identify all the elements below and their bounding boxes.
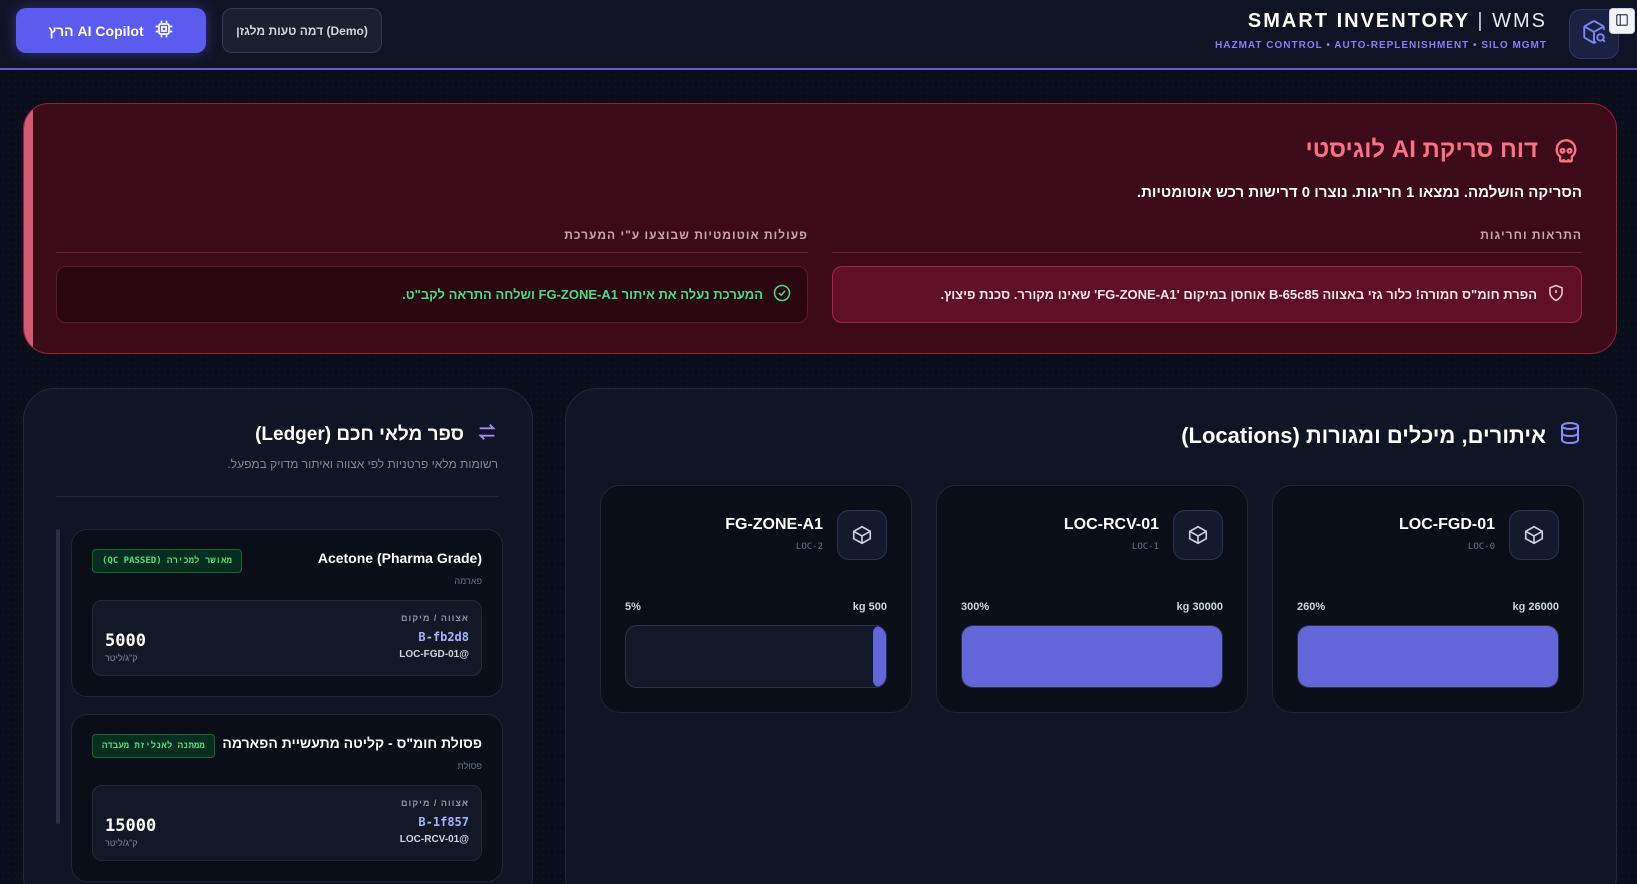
report-summary: הסריקה הושלמה. נמצאו 1 חריגות. נוצרו 0 ד… [1136, 184, 1582, 201]
locations-title-text: איתורים, מיכלים ומגורות (Locations) [1181, 423, 1546, 448]
cube-icon [1509, 510, 1559, 560]
ledger-subtitle: רשומות מלאי פרטניות לפי אצווה ואיתור מדו… [227, 457, 498, 471]
brand-separator: | [1477, 10, 1485, 32]
capacity-bar-fill [873, 626, 886, 687]
item-name: פסולת חומ"ס - קליטה מתעשיית הפארמה [222, 735, 482, 751]
cpu-icon [154, 19, 174, 42]
run-ai-copilot-button[interactable]: הרץ AI Copilot [16, 8, 206, 53]
alerts-heading: התראות וחריגות [832, 228, 1582, 253]
shield-alert-icon [1547, 284, 1565, 306]
capacity-bar [1297, 625, 1559, 688]
arrows-exchange-icon [476, 421, 498, 449]
status-badge: ממתנה לאנליזת מעבדה [92, 734, 215, 758]
capacity-bar-fill [1298, 626, 1558, 687]
batch-id: B-fb2d8 [418, 630, 469, 644]
batch-location-label: אצווה / מיקום [401, 613, 469, 623]
location-code: LOC-2 [795, 542, 823, 552]
location-card[interactable]: LOC-RCV-01 LOC-1 30000 kg 300% [936, 485, 1248, 713]
divider [56, 496, 498, 497]
cube-icon [837, 510, 887, 560]
item-unit: ק"ג/ליטר [105, 653, 138, 663]
item-details: אצווה / מיקום B-1f857 @LOC-RCV-01 15000 … [92, 785, 482, 861]
brand-subtitle: HAZMAT CONTROL • AUTO-REPLENISHMENT • SI… [1215, 40, 1547, 51]
item-location: @LOC-FGD-01 [399, 649, 469, 660]
brand: SMART INVENTORY | WMS HAZMAT CONTROL • A… [1215, 10, 1547, 51]
action-item: המערכת נעלה את איתור FG-ZONE-A1 ושלחה הת… [56, 266, 808, 323]
item-category: פארמה [454, 576, 482, 586]
status-badge: מאושר למכירה (QC PASSED) [92, 549, 242, 573]
location-card[interactable]: LOC-FGD-01 LOC-0 26000 kg 260% [1272, 485, 1584, 713]
app-header: הרץ AI Copilot דמה טעות מלגזן (Demo) SMA… [0, 0, 1637, 70]
location-percent: 260% [1297, 601, 1326, 613]
ledger-item[interactable]: Acetone (Pharma Grade) פארמה מאושר למכיר… [71, 529, 503, 697]
database-icon [1558, 421, 1582, 451]
location-code: LOC-0 [1467, 542, 1495, 552]
item-quantity: 5000 [105, 631, 146, 651]
cube-icon [1173, 510, 1223, 560]
ai-scan-report: דוח סריקת AI לוגיסטי הסריקה הושלמה. נמצא… [23, 103, 1617, 354]
report-title: דוח סריקת AI לוגיסטי [1305, 136, 1538, 163]
location-name: FG-ZONE-A1 [725, 516, 823, 533]
panel-icon [1615, 12, 1629, 31]
brand-main: SMART INVENTORY [1247, 10, 1470, 32]
skull-icon [1552, 138, 1580, 170]
item-name: Acetone (Pharma Grade) [317, 550, 482, 566]
location-capacity: 30000 kg [1176, 601, 1224, 613]
ledger-item[interactable]: פסולת חומ"ס - קליטה מתעשיית הפארמה פסולת… [71, 714, 503, 882]
ledger-scrollbar[interactable] [56, 529, 60, 824]
ledger-title-text: ספר מלאי חכם (Ledger) [255, 424, 464, 445]
capacity-bar-fill [962, 626, 1222, 687]
brand-suffix: WMS [1492, 10, 1547, 32]
location-percent: 300% [961, 601, 990, 613]
location-capacity: 500 kg [852, 601, 887, 613]
alert-item: הפרת חומ"ס חמורה! כלור גזי באצווה B-65c8… [832, 266, 1582, 323]
location-capacity: 26000 kg [1512, 601, 1560, 613]
location-name: LOC-RCV-01 [1063, 516, 1159, 533]
brand-title: SMART INVENTORY | WMS [1215, 10, 1547, 33]
actions-heading: פעולות אוטומטיות שבוצעו ע"י המערכת [56, 228, 808, 253]
locations-panel: איתורים, מיכלים ומגורות (Locations) LOC-… [565, 388, 1617, 884]
batch-location-label: אצווה / מיקום [401, 798, 469, 808]
location-name: LOC-FGD-01 [1399, 516, 1495, 533]
item-category: פסולת [457, 761, 482, 771]
package-search-icon [1581, 19, 1607, 49]
alert-text: הפרת חומ"ס חמורה! כלור גזי באצווה B-65c8… [940, 287, 1537, 302]
item-details: אצווה / מיקום B-fb2d8 @LOC-FGD-01 5000 ק… [92, 600, 482, 676]
location-card[interactable]: FG-ZONE-A1 LOC-2 500 kg 5% [600, 485, 912, 713]
capacity-bar [961, 625, 1223, 688]
sidebar-toggle-button[interactable] [1609, 8, 1635, 34]
location-code: LOC-1 [1131, 542, 1159, 552]
action-text: המערכת נעלה את איתור FG-ZONE-A1 ושלחה הת… [402, 287, 763, 302]
location-percent: 5% [625, 601, 641, 613]
ledger-title: ספר מלאי חכם (Ledger) [255, 421, 498, 449]
item-quantity: 15000 [105, 816, 157, 836]
locations-title: איתורים, מיכלים ומגורות (Locations) [1181, 421, 1582, 451]
copilot-button-label: הרץ AI Copilot [48, 22, 144, 39]
check-circle-icon [773, 284, 791, 306]
capacity-bar [625, 625, 887, 688]
demo-forklift-error-button[interactable]: דמה טעות מלגזן (Demo) [222, 8, 382, 53]
item-location: @LOC-RCV-01 [399, 834, 469, 845]
item-unit: ק"ג/ליטר [105, 838, 138, 848]
ledger-panel: ספר מלאי חכם (Ledger) רשומות מלאי פרטניו… [23, 388, 533, 884]
batch-id: B-1f857 [418, 815, 469, 829]
